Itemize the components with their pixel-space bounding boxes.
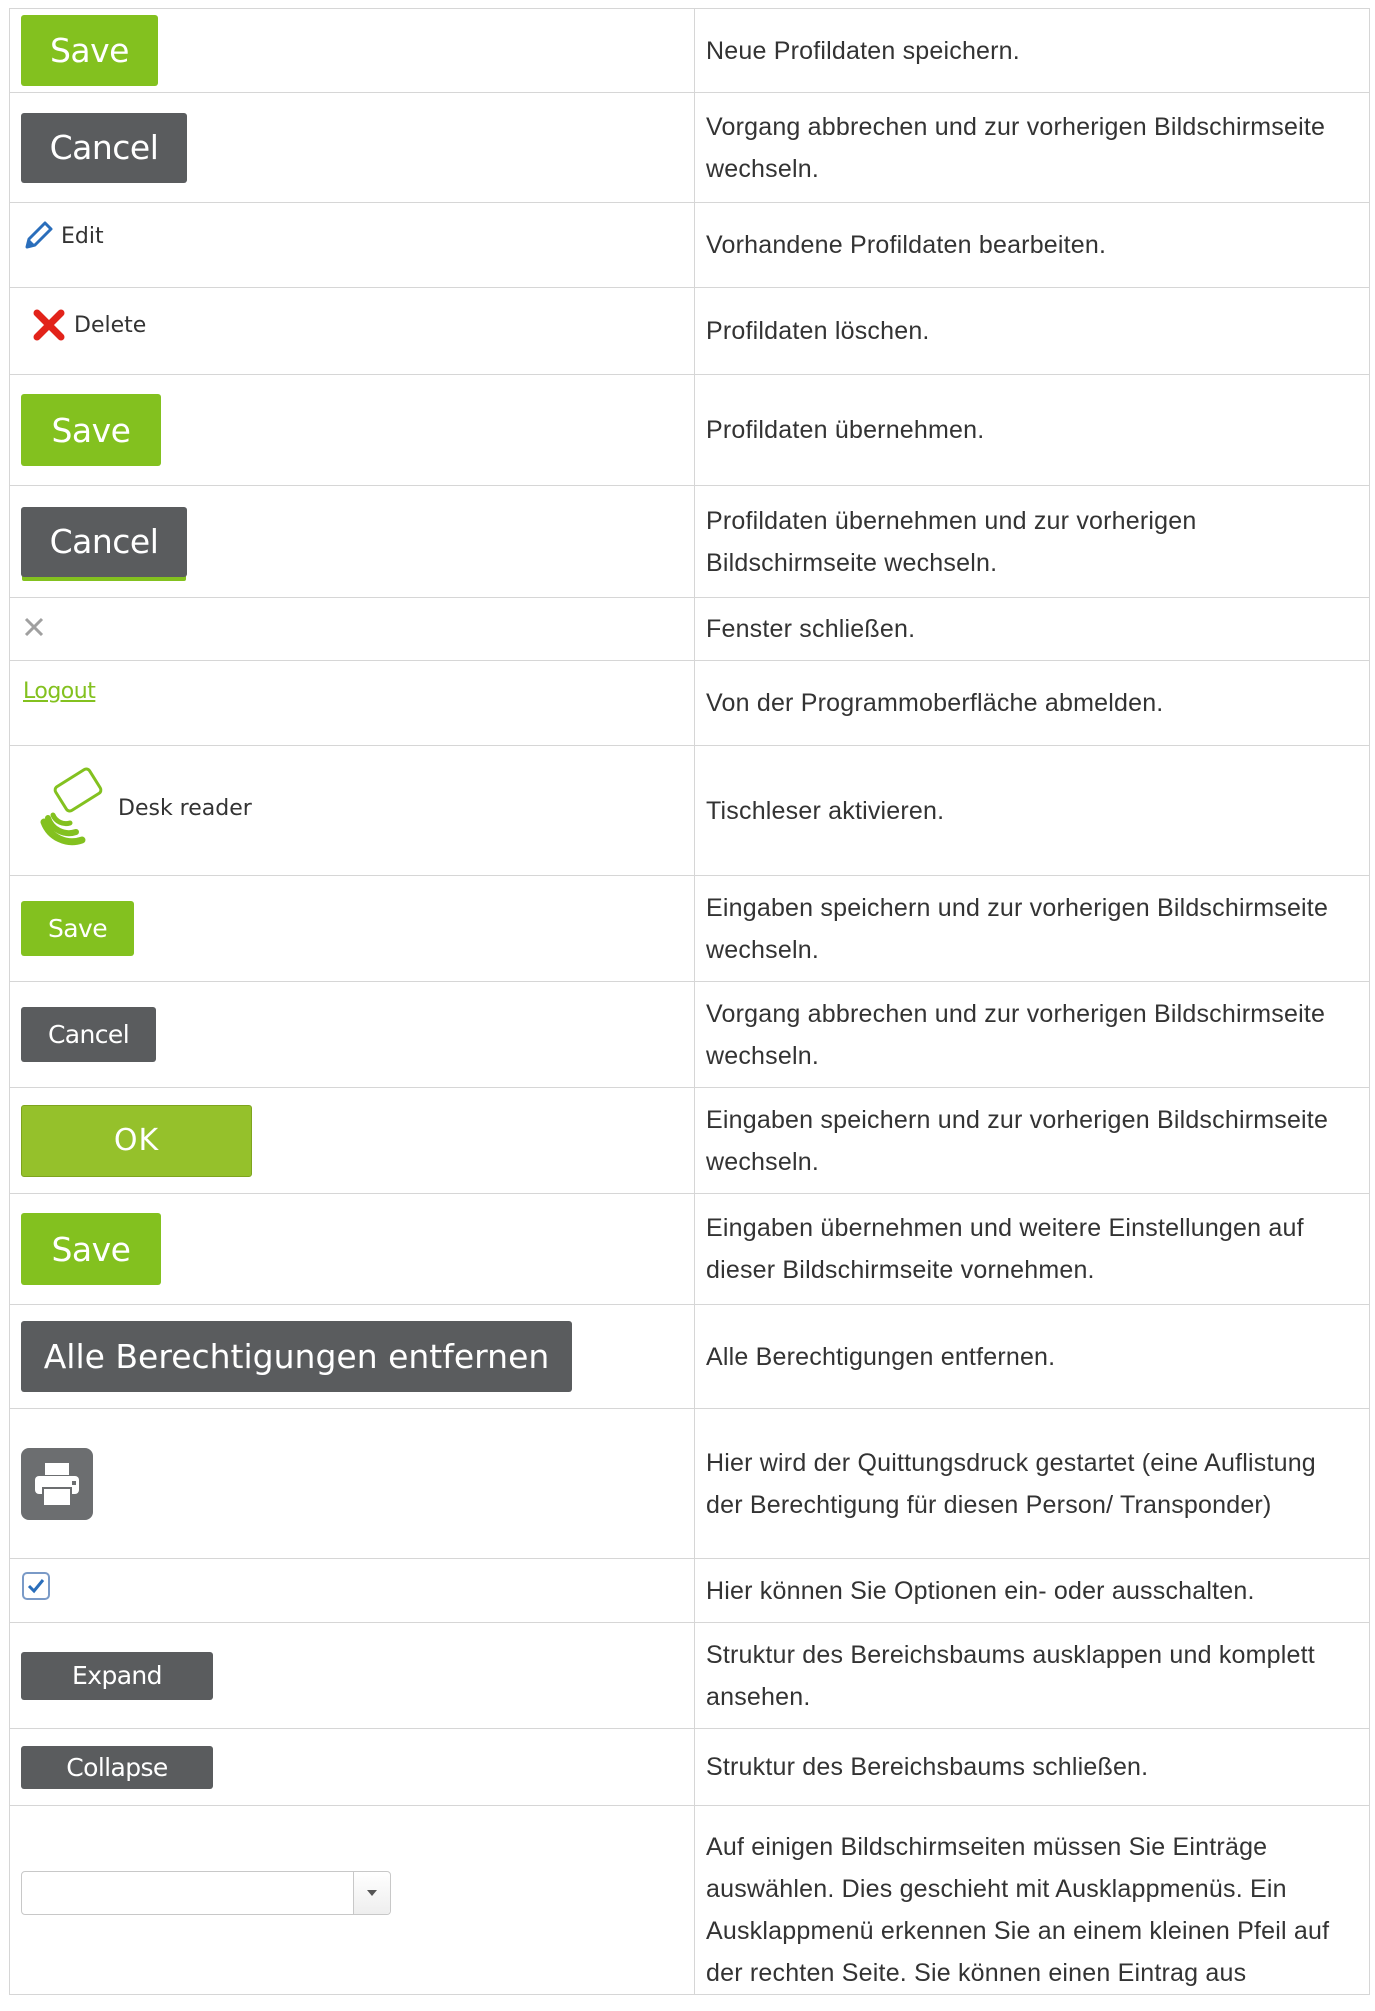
- dropdown-select[interactable]: [21, 1871, 391, 1915]
- description: Vorgang abbrechen und zur vorherigen Bil…: [694, 981, 1370, 1088]
- table-row: Fenster schließen.: [9, 597, 1370, 661]
- description: Neue Profildaten speichern.: [694, 8, 1370, 93]
- save-button[interactable]: Save: [21, 394, 161, 466]
- description: Struktur des Bereichsbaums schließen.: [694, 1728, 1370, 1806]
- table-row: Collapse Struktur des Bereichsbaums schl…: [9, 1728, 1370, 1806]
- description: Eingaben übernehmen und weitere Einstell…: [694, 1193, 1370, 1305]
- table-row: Hier wird der Quittungsdruck gestartet (…: [9, 1408, 1370, 1559]
- description: Tischleser aktivieren.: [694, 745, 1370, 876]
- table-row: Expand Struktur des Bereichsbaums auskla…: [9, 1622, 1370, 1729]
- table-row: OK Eingaben speichern und zur vorherigen…: [9, 1087, 1370, 1194]
- cancel-button[interactable]: Cancel: [21, 112, 187, 183]
- cancel-button[interactable]: Cancel: [21, 506, 187, 577]
- save-button[interactable]: Save: [21, 1213, 161, 1285]
- delete-label: Delete: [74, 312, 147, 338]
- table-row: Save Profildaten übernehmen.: [9, 374, 1370, 486]
- printer-icon: [35, 1462, 79, 1507]
- x-mark-icon: [33, 309, 65, 341]
- close-icon[interactable]: [22, 615, 46, 639]
- edit-link[interactable]: Edit: [21, 219, 104, 253]
- table-row: Cancel Profildaten übernehmen und zur vo…: [9, 485, 1370, 598]
- description: Profildaten löschen.: [694, 287, 1370, 375]
- expand-button[interactable]: Expand: [21, 1651, 213, 1700]
- collapse-button[interactable]: Collapse: [21, 1745, 213, 1789]
- table-row: Delete Profildaten löschen.: [9, 287, 1370, 375]
- table-row: Hier können Sie Optionen ein- oder aussc…: [9, 1558, 1370, 1623]
- table-row: Cancel Vorgang abbrechen und zur vorheri…: [9, 981, 1370, 1088]
- table-row: Alle Berechtigungen entfernen Alle Berec…: [9, 1304, 1370, 1409]
- description: Struktur des Bereichsbaums ausklappen un…: [694, 1622, 1370, 1729]
- pencil-icon: [25, 221, 53, 249]
- table-row: Cancel Vorgang abbrechen und zur vorheri…: [9, 92, 1370, 203]
- description: Vorhandene Profildaten bearbeiten.: [694, 202, 1370, 288]
- description: Fenster schließen.: [694, 597, 1370, 661]
- ok-button[interactable]: OK: [21, 1104, 252, 1177]
- remove-all-permissions-button[interactable]: Alle Berechtigungen entfernen: [21, 1321, 572, 1392]
- description: Profildaten übernehmen und zur vorherige…: [694, 485, 1370, 598]
- table-row: Save Eingaben speichern und zur vorherig…: [9, 875, 1370, 982]
- save-button[interactable]: Save: [21, 901, 134, 956]
- desk-reader-label: Desk reader: [118, 795, 252, 821]
- table-row: Desk reader Tischleser aktivieren.: [9, 745, 1370, 876]
- delete-link[interactable]: Delete: [32, 308, 146, 342]
- table-row: Auf einigen Bildschirmseiten müssen Sie …: [9, 1805, 1370, 1995]
- edit-label: Edit: [61, 223, 104, 249]
- checkbox-checked-icon[interactable]: [21, 1571, 51, 1601]
- description: Alle Berechtigungen entfernen.: [694, 1304, 1370, 1409]
- description: Vorgang abbrechen und zur vorherigen Bil…: [694, 92, 1370, 203]
- description: Von der Programmoberfläche abmelden.: [694, 660, 1370, 746]
- description: Hier wird der Quittungsdruck gestartet (…: [694, 1408, 1370, 1559]
- description: Eingaben speichern und zur vorherigen Bi…: [694, 1087, 1370, 1194]
- table-row: Logout Von der Programmoberfläche abmeld…: [9, 660, 1370, 746]
- table-row: Save Eingaben übernehmen und weitere Ein…: [9, 1193, 1370, 1305]
- dropdown-arrow-icon[interactable]: [353, 1872, 390, 1914]
- description: Profildaten übernehmen.: [694, 374, 1370, 486]
- desk-reader-icon: [40, 767, 103, 846]
- table-row: Save Neue Profildaten speichern.: [9, 8, 1370, 93]
- table-row: Edit Vorhandene Profildaten bearbeiten.: [9, 202, 1370, 288]
- desk-reader-link[interactable]: Desk reader: [32, 766, 252, 850]
- print-button[interactable]: [21, 1447, 93, 1520]
- logout-link[interactable]: Logout: [23, 679, 96, 704]
- description: Auf einigen Bildschirmseiten müssen Sie …: [694, 1805, 1370, 1995]
- save-button[interactable]: Save: [21, 15, 158, 86]
- description: Hier können Sie Optionen ein- oder aussc…: [694, 1558, 1370, 1623]
- cancel-button[interactable]: Cancel: [21, 1007, 156, 1062]
- reference-table: Save Neue Profildaten speichern. Cancel …: [9, 8, 1370, 1995]
- description: Eingaben speichern und zur vorherigen Bi…: [694, 875, 1370, 982]
